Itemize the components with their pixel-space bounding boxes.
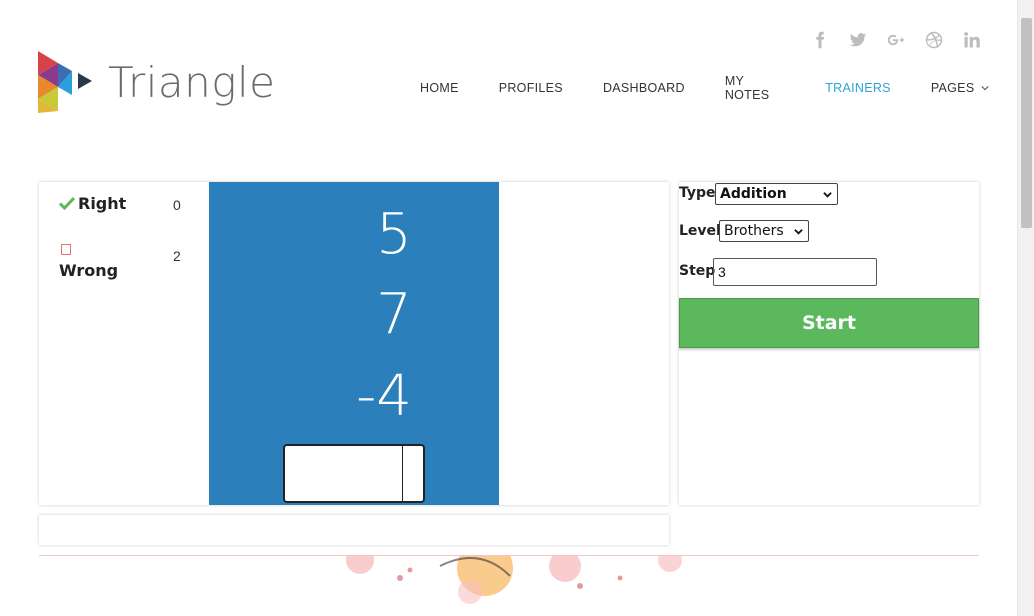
page: Triangle HOME PROFILES DASHBOARD MY NOTE… <box>0 0 1034 616</box>
answer-input[interactable] <box>283 444 425 503</box>
linkedin-icon[interactable] <box>962 30 982 50</box>
step-label: Step <box>679 263 716 279</box>
result-bar <box>39 515 669 545</box>
check-icon <box>59 196 75 210</box>
facebook-icon[interactable] <box>810 30 830 50</box>
start-button[interactable]: Start <box>679 298 979 348</box>
chevron-down-icon <box>823 192 832 198</box>
nav-my-notes[interactable]: MY NOTES <box>725 74 785 102</box>
settings-panel: Type Addition Level Brothers Step 3 Star… <box>679 182 979 505</box>
decorative-footer-art <box>346 556 682 604</box>
right-label: Right <box>59 194 126 213</box>
type-label: Type <box>679 185 716 201</box>
nav-dashboard[interactable]: DASHBOARD <box>603 81 685 95</box>
nav-pages[interactable]: PAGES <box>931 81 990 95</box>
answer-stepper[interactable] <box>402 446 403 501</box>
wrong-count: 2 <box>173 248 181 264</box>
number-2: 7 <box>376 282 412 347</box>
step-input-value: 3 <box>718 264 726 280</box>
right-score-row: Right 0 <box>59 194 189 244</box>
triangle-logo-icon <box>38 51 92 113</box>
right-count: 0 <box>173 197 181 213</box>
level-label: Level <box>679 223 721 239</box>
vertical-scrollbar[interactable] <box>1017 0 1034 616</box>
nav-home[interactable]: HOME <box>420 81 459 95</box>
brand-name: Triangle <box>108 57 276 107</box>
nav-pages-label: PAGES <box>930 81 975 95</box>
level-select[interactable]: Brothers <box>719 220 809 242</box>
number-3: -4 <box>356 364 412 429</box>
number-display: 5 7 -4 <box>209 182 499 505</box>
chevron-down-icon <box>794 229 803 235</box>
type-select[interactable]: Addition <box>715 183 838 205</box>
dribbble-icon[interactable] <box>924 30 944 50</box>
main-nav: HOME PROFILES DASHBOARD MY NOTES TRAINER… <box>420 74 1034 102</box>
wrong-score-row: Wrong 2 <box>59 244 189 294</box>
level-select-value: Brothers <box>724 223 784 239</box>
cross-icon <box>61 244 71 255</box>
score-board: Right 0 Wrong 2 <box>59 194 189 294</box>
twitter-icon[interactable] <box>848 30 868 50</box>
brand-logo[interactable]: Triangle <box>38 51 276 113</box>
step-input[interactable]: 3 <box>713 258 877 286</box>
nav-trainers[interactable]: TRAINERS <box>825 81 891 95</box>
chevron-down-icon <box>981 86 990 91</box>
trainer-panel: Right 0 Wrong 2 5 7 -4 <box>39 182 669 505</box>
number-1: 5 <box>376 202 412 267</box>
type-select-value: Addition <box>720 186 787 202</box>
social-links <box>810 30 982 50</box>
nav-profiles[interactable]: PROFILES <box>499 81 563 95</box>
scrollbar-thumb[interactable] <box>1021 18 1032 228</box>
google-plus-icon[interactable] <box>886 30 906 50</box>
right-label-text: Right <box>78 194 127 213</box>
wrong-label: Wrong <box>59 261 119 280</box>
